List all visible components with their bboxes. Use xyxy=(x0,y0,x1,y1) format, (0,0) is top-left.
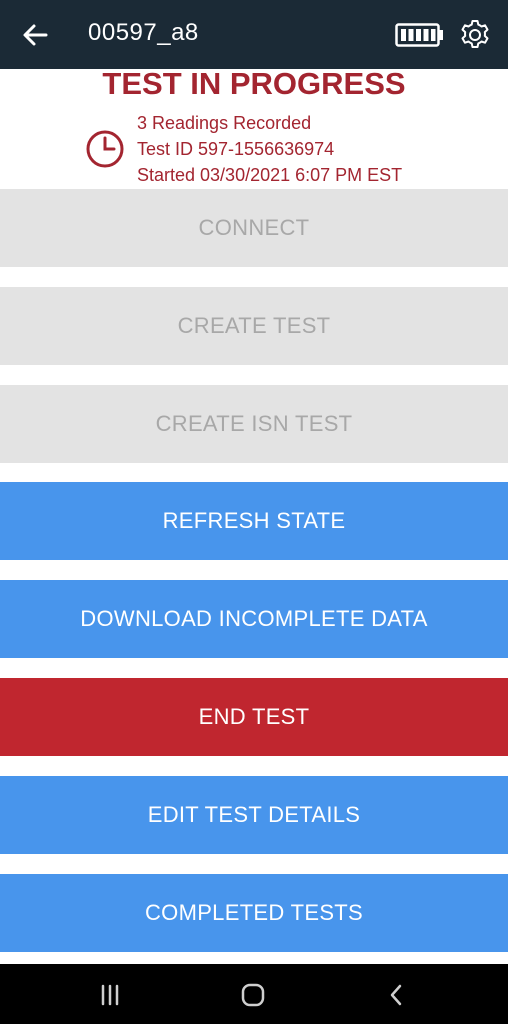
create-isn-test-button[interactable]: CREATE ISN TEST xyxy=(0,385,508,463)
battery-icon xyxy=(395,23,443,47)
download-incomplete-data-button[interactable]: DOWNLOAD INCOMPLETE DATA xyxy=(0,580,508,658)
edit-test-details-button[interactable]: EDIT TEST DETAILS xyxy=(0,776,508,854)
refresh-state-button[interactable]: REFRESH STATE xyxy=(0,482,508,560)
completed-tests-button[interactable]: COMPLETED TESTS xyxy=(0,874,508,952)
recent-apps-icon[interactable] xyxy=(97,982,123,1008)
connect-button[interactable]: CONNECT xyxy=(0,189,508,267)
system-nav-bar xyxy=(0,964,508,1024)
nav-back-icon[interactable] xyxy=(384,982,410,1008)
gear-icon[interactable] xyxy=(458,18,492,52)
readings-count: 3 Readings Recorded xyxy=(137,113,312,133)
status-heading: TEST IN PROGRESS xyxy=(102,66,406,101)
back-arrow-icon[interactable] xyxy=(20,20,50,50)
app-bar: 00597_a8 xyxy=(0,0,508,69)
clock-icon xyxy=(86,130,124,168)
test-status-panel: TEST IN PROGRESS 3 Readings Recorded Tes… xyxy=(0,66,508,188)
end-test-button[interactable]: END TEST xyxy=(0,678,508,756)
home-icon[interactable] xyxy=(240,982,266,1008)
device-title: 00597_a8 xyxy=(88,19,199,46)
test-id: Test ID 597-1556636974 xyxy=(137,139,335,159)
create-test-button[interactable]: CREATE TEST xyxy=(0,287,508,365)
started-time: Started 03/30/2021 6:07 PM EST xyxy=(137,165,403,185)
